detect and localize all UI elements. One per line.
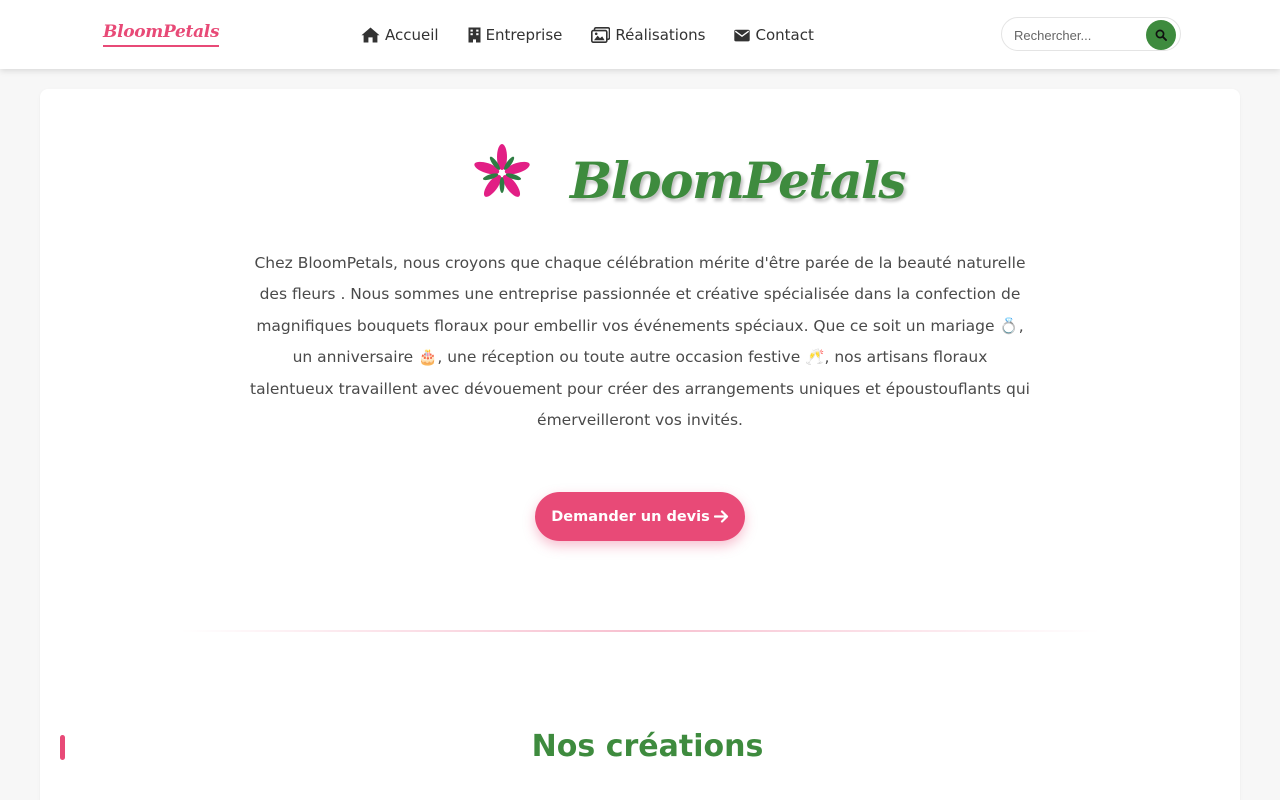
search-icon <box>1155 29 1167 41</box>
hero-logo-text: BloomPetals <box>570 151 907 210</box>
nav-link-entreprise[interactable]: Entreprise <box>468 26 563 44</box>
nav-link-label: Réalisations <box>615 26 706 44</box>
search-input[interactable] <box>1014 25 1142 45</box>
navbar: BloomPetals Accueil Entreprise Réalisati… <box>0 0 1280 69</box>
creations-title: Nos créations <box>531 729 764 764</box>
intro-text: Chez BloomPetals, nous croyons que chaqu… <box>250 254 1030 430</box>
building-icon <box>468 27 481 43</box>
nav-link-accueil[interactable]: Accueil <box>361 26 439 44</box>
nav-link-label: Entreprise <box>485 26 563 44</box>
request-quote-label: Demander un devis <box>551 508 710 525</box>
images-icon <box>591 27 611 43</box>
nav-link-realisations[interactable]: Réalisations <box>591 26 705 44</box>
nav-link-label: Accueil <box>385 26 439 44</box>
arrow-right-icon <box>713 510 728 523</box>
search-button[interactable] <box>1146 20 1176 50</box>
envelope-icon <box>734 29 751 41</box>
section-divider <box>180 630 1100 632</box>
nav-link-contact[interactable]: Contact <box>734 26 814 44</box>
request-quote-button[interactable]: Demander un devis <box>535 492 745 541</box>
flower-icon <box>474 144 530 197</box>
main-card: BloomPetals Chez BloomPetals, nous croyo… <box>40 89 1240 800</box>
nav-link-label: Contact <box>755 26 814 44</box>
home-icon <box>361 27 380 43</box>
nav-links: Accueil Entreprise Réalisations Contact <box>361 23 814 47</box>
brand-logo[interactable]: BloomPetals <box>103 22 220 47</box>
search-box <box>1001 17 1181 51</box>
